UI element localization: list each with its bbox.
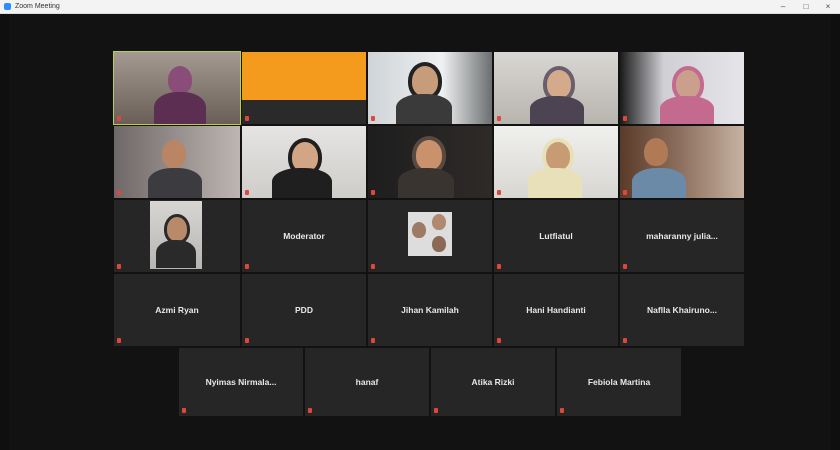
participant-tile-hanaf[interactable]: hanaf — [305, 348, 429, 416]
participant-name: Jihan Kamilah — [401, 305, 459, 315]
video-tile-10[interactable] — [620, 126, 744, 198]
participant-tile-jihan-kamilah[interactable]: Jihan Kamilah — [368, 274, 492, 346]
video-tile-9[interactable] — [494, 126, 618, 198]
mic-muted-icon — [371, 190, 375, 195]
video-tile-7[interactable] — [242, 126, 366, 198]
participant-name: Nyimas Nirmala... — [205, 377, 277, 387]
mic-muted-icon — [371, 116, 375, 121]
mic-muted-icon — [117, 338, 121, 343]
video-tile-3[interactable] — [368, 52, 492, 124]
video-tile-8[interactable] — [368, 126, 492, 198]
participant-tile-naflla[interactable]: Naflla Khairuno... — [620, 274, 744, 346]
mic-muted-icon — [245, 338, 249, 343]
video-tile-2[interactable] — [242, 52, 366, 124]
mic-muted-icon — [117, 116, 121, 121]
minimize-button[interactable]: – — [772, 0, 794, 13]
mic-muted-icon — [623, 338, 627, 343]
mic-muted-icon — [245, 190, 249, 195]
participant-tile-maharanny[interactable]: maharanny julia... — [620, 200, 744, 272]
participant-name: maharanny julia... — [646, 231, 718, 241]
participant-name: Naflla Khairuno... — [647, 305, 717, 315]
mic-muted-icon — [117, 190, 121, 195]
mic-muted-icon — [623, 116, 627, 121]
participant-tile-azmi-ryan[interactable]: Azmi Ryan — [114, 274, 240, 346]
window-title: Zoom Meeting — [15, 3, 60, 10]
participant-tile-atika-rizki[interactable]: Atika Rizki — [431, 348, 555, 416]
zoom-app-icon — [4, 3, 11, 10]
mic-muted-icon — [623, 190, 627, 195]
mic-muted-icon — [497, 264, 501, 269]
video-tile-12[interactable] — [368, 200, 492, 272]
gallery-view: Moderator Lutfiatul maharanny julia... A… — [9, 14, 831, 450]
participant-tile-pdd[interactable]: PDD — [242, 274, 366, 346]
participant-name: PDD — [295, 305, 313, 315]
participant-tile-lutfiatul[interactable]: Lutfiatul — [494, 200, 618, 272]
video-tile-5[interactable] — [620, 52, 744, 124]
participant-name: Atika Rizki — [471, 377, 515, 387]
participant-name: Hani Handianti — [526, 305, 586, 315]
mic-muted-icon — [182, 408, 186, 413]
mic-muted-icon — [497, 116, 501, 121]
mic-muted-icon — [371, 264, 375, 269]
participant-tile-nyimas[interactable]: Nyimas Nirmala... — [179, 348, 303, 416]
video-tile-6[interactable] — [114, 126, 240, 198]
close-button[interactable]: × — [817, 0, 839, 13]
video-tile-1[interactable] — [113, 51, 241, 125]
participant-tile-febiola-martina[interactable]: Febiola Martina — [557, 348, 681, 416]
video-tile-11[interactable] — [114, 200, 240, 272]
participant-name: Azmi Ryan — [155, 305, 199, 315]
participant-name: Moderator — [283, 231, 325, 241]
window-titlebar: Zoom Meeting – □ × — [0, 0, 840, 14]
mic-muted-icon — [497, 338, 501, 343]
participant-tile-hani-handianti[interactable]: Hani Handianti — [494, 274, 618, 346]
mic-muted-icon — [308, 408, 312, 413]
participant-name: hanaf — [355, 377, 379, 387]
maximize-button[interactable]: □ — [795, 0, 817, 13]
mic-muted-icon — [497, 190, 501, 195]
participant-tile-moderator[interactable]: Moderator — [242, 200, 366, 272]
mic-muted-icon — [245, 116, 249, 121]
mic-muted-icon — [560, 408, 564, 413]
mic-muted-icon — [245, 264, 249, 269]
video-tile-4[interactable] — [494, 52, 618, 124]
mic-muted-icon — [371, 338, 375, 343]
mic-muted-icon — [117, 264, 121, 269]
participant-name: Lutfiatul — [539, 231, 573, 241]
mic-muted-icon — [623, 264, 627, 269]
participant-name: Febiola Martina — [587, 377, 651, 387]
mic-muted-icon — [434, 408, 438, 413]
